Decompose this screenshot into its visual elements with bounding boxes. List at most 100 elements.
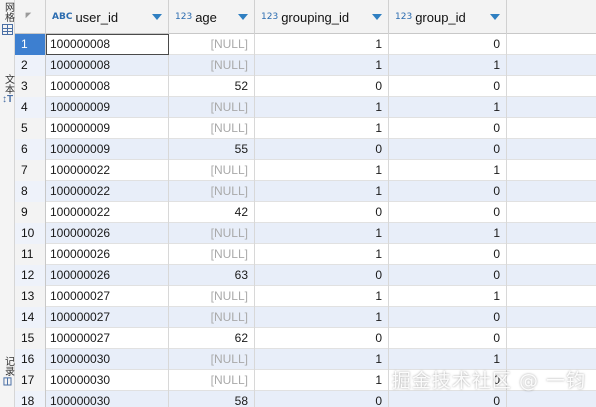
cell-user-id[interactable]: 100000009 bbox=[46, 118, 169, 139]
cell-user-id[interactable]: 100000008 bbox=[46, 76, 169, 97]
row-number[interactable]: 14 bbox=[15, 307, 46, 328]
table-row[interactable]: 5 100000009 [NULL] 1 0 bbox=[15, 118, 596, 139]
cell-grouping-id[interactable]: 0 bbox=[255, 139, 389, 160]
cell-user-id[interactable]: 100000022 bbox=[46, 202, 169, 223]
cell-user-id[interactable]: 100000022 bbox=[46, 160, 169, 181]
cell-grouping-id[interactable]: 1 bbox=[255, 307, 389, 328]
cell-user-id[interactable]: 100000009 bbox=[46, 139, 169, 160]
table-row[interactable]: 9 100000022 42 0 0 bbox=[15, 202, 596, 223]
cell-grouping-id[interactable]: 1 bbox=[255, 118, 389, 139]
cell-age[interactable]: [NULL] bbox=[169, 34, 255, 55]
table-row[interactable]: 3 100000008 52 0 0 bbox=[15, 76, 596, 97]
cell-grouping-id[interactable]: 0 bbox=[255, 202, 389, 223]
cell-user-id[interactable]: 100000026 bbox=[46, 223, 169, 244]
cell-user-id[interactable]: 100000030 bbox=[46, 391, 169, 407]
cell-group-id[interactable]: 0 bbox=[389, 139, 507, 160]
column-header-user-id[interactable]: ABC user_id bbox=[46, 0, 169, 34]
cell-group-id[interactable]: 0 bbox=[389, 34, 507, 55]
table-row[interactable]: 14 100000027 [NULL] 1 0 bbox=[15, 307, 596, 328]
cell-age[interactable]: [NULL] bbox=[169, 370, 255, 391]
cell-group-id[interactable]: 1 bbox=[389, 160, 507, 181]
table-row[interactable]: 10 100000026 [NULL] 1 1 bbox=[15, 223, 596, 244]
cell-group-id[interactable]: 0 bbox=[389, 244, 507, 265]
cell-age[interactable]: [NULL] bbox=[169, 160, 255, 181]
cell-group-id[interactable]: 0 bbox=[389, 307, 507, 328]
cell-grouping-id[interactable]: 1 bbox=[255, 181, 389, 202]
cell-user-id[interactable]: 100000030 bbox=[46, 370, 169, 391]
row-number[interactable]: 12 bbox=[15, 265, 46, 286]
cell-group-id[interactable]: 0 bbox=[389, 391, 507, 407]
cell-age[interactable]: [NULL] bbox=[169, 286, 255, 307]
cell-grouping-id[interactable]: 0 bbox=[255, 76, 389, 97]
cell-group-id[interactable]: 0 bbox=[389, 118, 507, 139]
table-row[interactable]: 18 100000030 58 0 0 bbox=[15, 391, 596, 407]
row-number[interactable]: 7 bbox=[15, 160, 46, 181]
filter-dropdown-icon[interactable] bbox=[238, 14, 248, 20]
cell-age[interactable]: 58 bbox=[169, 391, 255, 407]
cell-age[interactable]: 42 bbox=[169, 202, 255, 223]
table-row[interactable]: 8 100000022 [NULL] 1 0 bbox=[15, 181, 596, 202]
cell-group-id[interactable]: 0 bbox=[389, 328, 507, 349]
table-row[interactable]: 11 100000026 [NULL] 1 0 bbox=[15, 244, 596, 265]
cell-age[interactable]: 62 bbox=[169, 328, 255, 349]
row-number[interactable]: 9 bbox=[15, 202, 46, 223]
cell-user-id[interactable]: 100000009 bbox=[46, 97, 169, 118]
row-number[interactable]: 1 bbox=[15, 34, 46, 55]
select-all-corner[interactable] bbox=[15, 0, 46, 34]
filter-dropdown-icon[interactable] bbox=[372, 14, 382, 20]
cell-user-id[interactable]: 100000026 bbox=[46, 244, 169, 265]
cell-user-id[interactable]: 100000027 bbox=[46, 328, 169, 349]
cell-user-id[interactable]: 100000027 bbox=[46, 307, 169, 328]
row-number[interactable]: 5 bbox=[15, 118, 46, 139]
cell-grouping-id[interactable]: 1 bbox=[255, 349, 389, 370]
cell-age[interactable]: [NULL] bbox=[169, 118, 255, 139]
row-number[interactable]: 11 bbox=[15, 244, 46, 265]
table-row[interactable]: 13 100000027 [NULL] 1 1 bbox=[15, 286, 596, 307]
filter-dropdown-icon[interactable] bbox=[152, 14, 162, 20]
cell-age[interactable]: [NULL] bbox=[169, 244, 255, 265]
grid-view-tab[interactable]: 网格 bbox=[0, 2, 15, 35]
cell-grouping-id[interactable]: 1 bbox=[255, 160, 389, 181]
cell-user-id[interactable]: 100000022 bbox=[46, 181, 169, 202]
cell-age[interactable]: 55 bbox=[169, 139, 255, 160]
cell-user-id[interactable]: 100000027 bbox=[46, 286, 169, 307]
cell-age[interactable]: [NULL] bbox=[169, 223, 255, 244]
cell-age[interactable]: [NULL] bbox=[169, 307, 255, 328]
cell-grouping-id[interactable]: 1 bbox=[255, 97, 389, 118]
table-row[interactable]: 1 100000008 [NULL] 1 0 bbox=[15, 34, 596, 55]
cell-group-id[interactable]: 0 bbox=[389, 202, 507, 223]
cell-group-id[interactable]: 1 bbox=[389, 223, 507, 244]
row-number[interactable]: 10 bbox=[15, 223, 46, 244]
cell-age[interactable]: 52 bbox=[169, 76, 255, 97]
row-number[interactable]: 18 bbox=[15, 391, 46, 407]
row-number[interactable]: 8 bbox=[15, 181, 46, 202]
cell-grouping-id[interactable]: 0 bbox=[255, 265, 389, 286]
table-row[interactable]: 6 100000009 55 0 0 bbox=[15, 139, 596, 160]
cell-user-id[interactable]: 100000026 bbox=[46, 265, 169, 286]
table-row[interactable]: 12 100000026 63 0 0 bbox=[15, 265, 596, 286]
table-row[interactable]: 2 100000008 [NULL] 1 1 bbox=[15, 55, 596, 76]
cell-group-id[interactable]: 0 bbox=[389, 265, 507, 286]
cell-group-id[interactable]: 1 bbox=[389, 55, 507, 76]
row-number[interactable]: 2 bbox=[15, 55, 46, 76]
cell-grouping-id[interactable]: 1 bbox=[255, 244, 389, 265]
cell-grouping-id[interactable]: 1 bbox=[255, 286, 389, 307]
cell-user-id[interactable]: 100000008 bbox=[46, 55, 169, 76]
cell-grouping-id[interactable]: 1 bbox=[255, 55, 389, 76]
cell-grouping-id[interactable]: 0 bbox=[255, 391, 389, 407]
row-number[interactable]: 15 bbox=[15, 328, 46, 349]
cell-user-id[interactable]: 100000008 bbox=[46, 34, 169, 55]
row-number[interactable]: 17 bbox=[15, 370, 46, 391]
cell-grouping-id[interactable]: 1 bbox=[255, 370, 389, 391]
table-row[interactable]: 15 100000027 62 0 0 bbox=[15, 328, 596, 349]
cell-age[interactable]: [NULL] bbox=[169, 97, 255, 118]
cell-grouping-id[interactable]: 1 bbox=[255, 223, 389, 244]
cell-group-id[interactable]: 1 bbox=[389, 286, 507, 307]
cell-grouping-id[interactable]: 1 bbox=[255, 34, 389, 55]
row-number[interactable]: 3 bbox=[15, 76, 46, 97]
row-number[interactable]: 16 bbox=[15, 349, 46, 370]
cell-age[interactable]: [NULL] bbox=[169, 55, 255, 76]
cell-user-id[interactable]: 100000030 bbox=[46, 349, 169, 370]
cell-age[interactable]: [NULL] bbox=[169, 181, 255, 202]
cell-group-id[interactable]: 1 bbox=[389, 97, 507, 118]
